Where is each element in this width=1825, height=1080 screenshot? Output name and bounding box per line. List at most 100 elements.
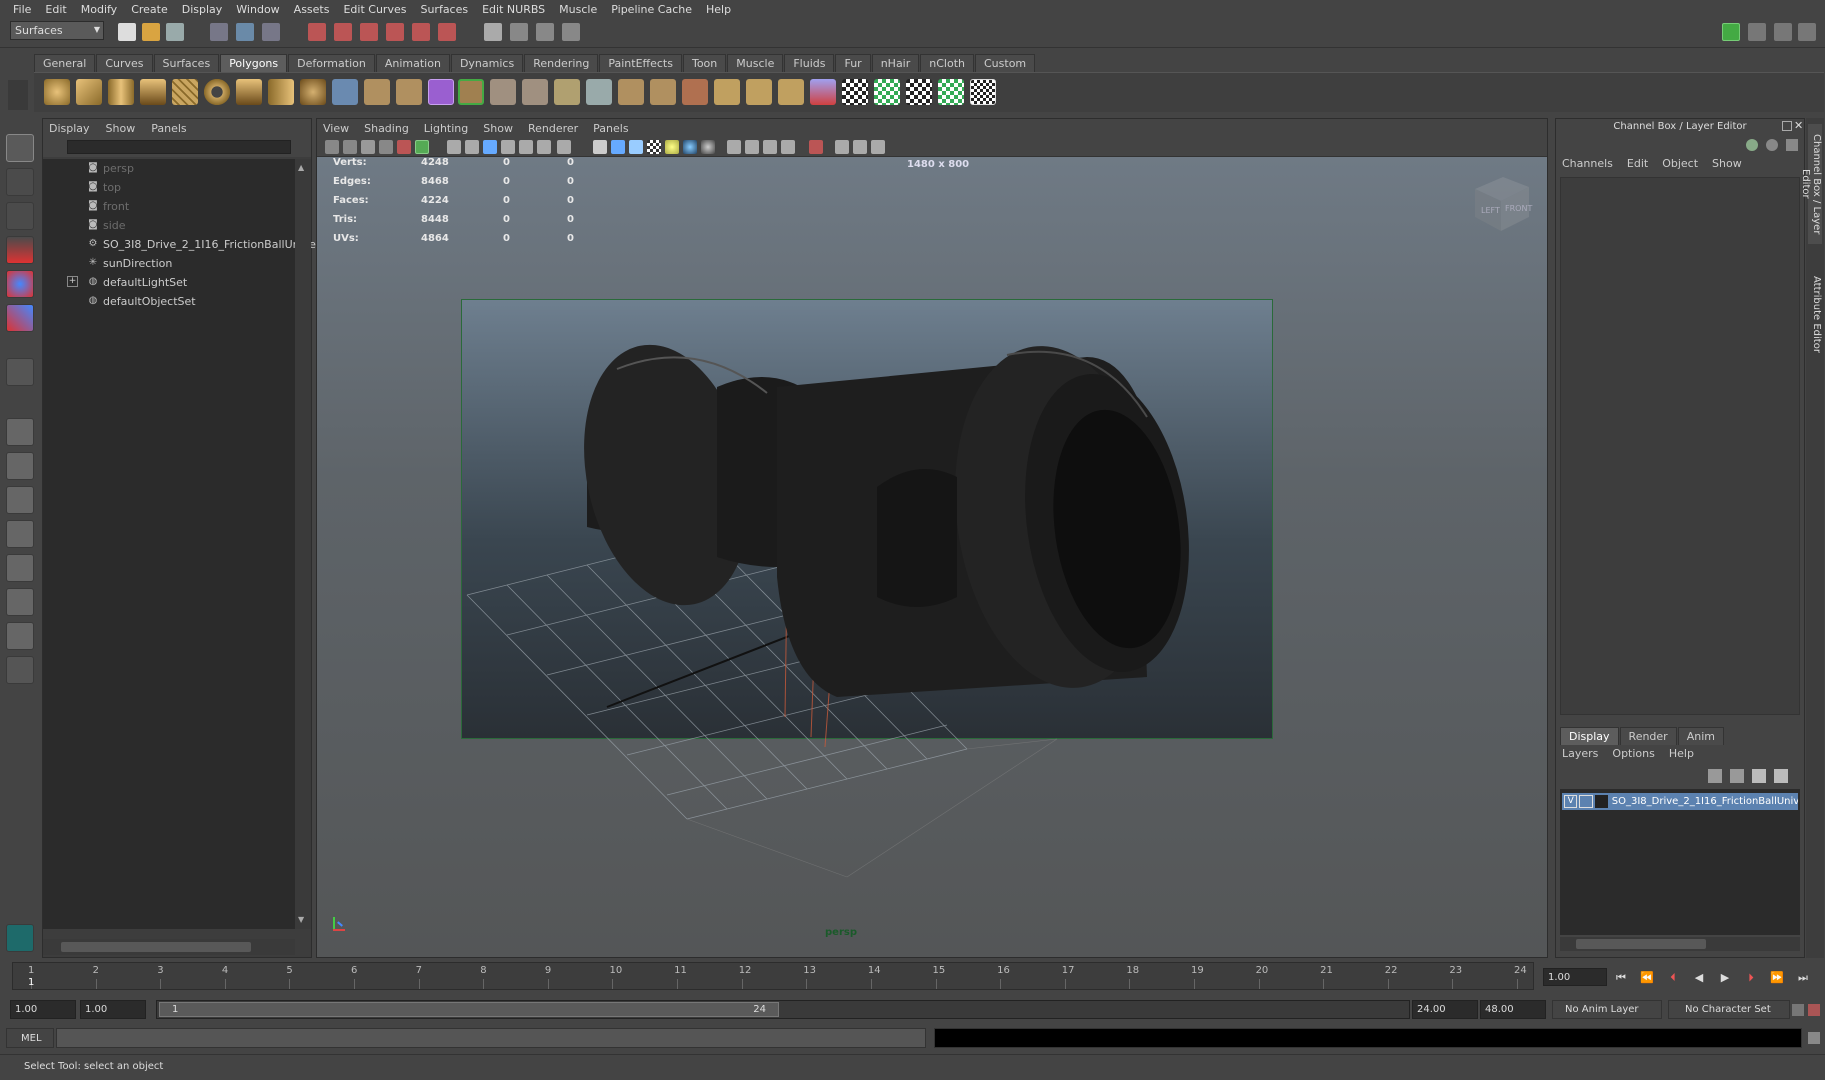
safe-title-icon[interactable] bbox=[557, 140, 571, 154]
menu-modify[interactable]: Modify bbox=[81, 3, 117, 16]
menu-edit-curves[interactable]: Edit Curves bbox=[343, 3, 406, 16]
select-tool-icon[interactable] bbox=[6, 134, 34, 162]
layer-tab-render[interactable]: Render bbox=[1619, 727, 1677, 745]
extract-icon[interactable] bbox=[396, 79, 422, 105]
script-editor-icon[interactable] bbox=[1808, 1032, 1820, 1044]
universal-joint-model[interactable] bbox=[561, 329, 1207, 701]
split-polygon-icon[interactable] bbox=[714, 79, 740, 105]
bridge-icon[interactable] bbox=[650, 79, 676, 105]
new-layer-empty-icon[interactable] bbox=[1708, 769, 1722, 783]
offset-edge-loop-icon[interactable] bbox=[778, 79, 804, 105]
layer-menu-help[interactable]: Help bbox=[1669, 747, 1694, 760]
shelf-tab-nhair[interactable]: nHair bbox=[871, 54, 920, 72]
persp-graph-layout-icon[interactable] bbox=[6, 520, 34, 548]
outliner-item-defaultobjectset[interactable]: ◍ defaultObjectSet bbox=[87, 293, 196, 309]
outliner-menu-show[interactable]: Show bbox=[106, 122, 136, 135]
animation-end-field[interactable]: 48.00 bbox=[1480, 1000, 1546, 1019]
channel-menu-edit[interactable]: Edit bbox=[1627, 157, 1648, 170]
camera-attributes-icon[interactable] bbox=[343, 140, 357, 154]
command-input[interactable] bbox=[56, 1028, 926, 1048]
outliner-item-front[interactable]: ◙ front bbox=[87, 198, 129, 214]
wireframe-icon[interactable] bbox=[593, 140, 607, 154]
poly-cube-icon[interactable] bbox=[76, 79, 102, 105]
script-language-toggle[interactable]: MEL bbox=[6, 1028, 54, 1048]
xray-joints-icon[interactable] bbox=[763, 140, 777, 154]
uv-automatic-mapping-icon[interactable] bbox=[938, 79, 964, 105]
ipr-render-icon[interactable] bbox=[562, 23, 580, 41]
paint-select-tool-icon[interactable] bbox=[6, 202, 34, 230]
menu-pipeline-cache[interactable]: Pipeline Cache bbox=[611, 3, 692, 16]
menu-assets[interactable]: Assets bbox=[294, 3, 330, 16]
grid-icon[interactable] bbox=[447, 140, 461, 154]
manipulator-icon[interactable] bbox=[1786, 139, 1798, 151]
scroll-down-icon[interactable]: ▼ bbox=[298, 915, 304, 924]
snap-point-icon[interactable] bbox=[360, 23, 378, 41]
character-set-dropdown[interactable]: No Character Set bbox=[1668, 1000, 1790, 1019]
snap-plane-icon[interactable] bbox=[386, 23, 404, 41]
step-back-frame-icon[interactable]: ⏪ bbox=[1640, 972, 1654, 984]
magnet-icon[interactable] bbox=[438, 23, 456, 41]
snap-live-icon[interactable] bbox=[412, 23, 430, 41]
go-to-end-icon[interactable]: ⏭ bbox=[1796, 972, 1810, 984]
menu-display[interactable]: Display bbox=[182, 3, 223, 16]
outliner-menu-display[interactable]: Display bbox=[49, 122, 90, 135]
menu-edit[interactable]: Edit bbox=[45, 3, 66, 16]
range-slider[interactable]: 1 24 bbox=[156, 1000, 1410, 1019]
menu-edit-nurbs[interactable]: Edit NURBS bbox=[482, 3, 545, 16]
menu-create[interactable]: Create bbox=[131, 3, 168, 16]
outliner-item-persp[interactable]: ◙ persp bbox=[87, 160, 134, 176]
float-panel-icon[interactable] bbox=[1782, 121, 1792, 131]
custom-layout-icon[interactable] bbox=[6, 656, 34, 684]
viewport-menu-panels[interactable]: Panels bbox=[593, 122, 628, 135]
outliner-horizontal-scrollbar[interactable] bbox=[43, 939, 295, 955]
xray-icon[interactable] bbox=[745, 140, 759, 154]
select-camera-icon[interactable] bbox=[325, 140, 339, 154]
step-back-key-icon[interactable]: ⏴ bbox=[1666, 972, 1680, 984]
scale-tool-icon[interactable] bbox=[6, 304, 34, 332]
viewport-canvas[interactable]: Verts: 4248 0 0 Edges: 8468 0 0 Faces: 4224 0 0 T… bbox=[317, 157, 1547, 957]
animation-start-field[interactable]: 1.00 bbox=[10, 1000, 76, 1019]
select-component-icon[interactable] bbox=[262, 23, 280, 41]
insert-edge-loop-icon[interactable] bbox=[746, 79, 772, 105]
open-scene-icon[interactable] bbox=[142, 23, 160, 41]
playback-start-field[interactable]: 1.00 bbox=[80, 1000, 146, 1019]
outliner-item-sundirection[interactable]: ✳ sunDirection bbox=[87, 255, 173, 271]
rotate-tool-icon[interactable] bbox=[6, 270, 34, 298]
outliner-item-mesh[interactable]: ⚙ SO_3I8_Drive_2_1I16_FrictionBallUnivers bbox=[87, 236, 327, 252]
shelf-tab-animation[interactable]: Animation bbox=[375, 54, 450, 72]
2d-pan-zoom-icon[interactable] bbox=[397, 140, 411, 154]
combine-icon[interactable] bbox=[332, 79, 358, 105]
go-to-start-icon[interactable]: ⏮ bbox=[1614, 972, 1628, 984]
close-icon[interactable]: ✕ bbox=[1794, 119, 1803, 132]
single-pane-layout-icon[interactable] bbox=[6, 418, 34, 446]
xray-components-icon[interactable] bbox=[781, 140, 795, 154]
shelf-tab-fluids[interactable]: Fluids bbox=[784, 54, 835, 72]
boolean-union-icon[interactable] bbox=[458, 79, 484, 105]
field-chart-icon[interactable] bbox=[519, 140, 533, 154]
shelf-tab-curves[interactable]: Curves bbox=[96, 54, 153, 72]
move-gizmo-icon[interactable] bbox=[1746, 139, 1758, 151]
textured-icon[interactable] bbox=[647, 140, 661, 154]
move-layer-up-icon[interactable] bbox=[1752, 769, 1766, 783]
use-all-lights-icon[interactable] bbox=[665, 140, 679, 154]
layer-menu-options[interactable]: Options bbox=[1612, 747, 1654, 760]
shadows-icon[interactable] bbox=[683, 140, 697, 154]
sculpt-geometry-icon[interactable] bbox=[810, 79, 836, 105]
shelf-tab-surfaces[interactable]: Surfaces bbox=[153, 54, 220, 72]
resolution-gate-icon[interactable] bbox=[483, 140, 497, 154]
layer-menu-layers[interactable]: Layers bbox=[1562, 747, 1598, 760]
new-scene-icon[interactable] bbox=[118, 23, 136, 41]
graph-editor-layout-icon[interactable] bbox=[6, 622, 34, 650]
layer-horizontal-scrollbar[interactable] bbox=[1560, 937, 1800, 951]
frame-all-icon[interactable] bbox=[835, 140, 849, 154]
persp-outliner-layout-icon[interactable] bbox=[6, 486, 34, 514]
select-object-icon[interactable] bbox=[236, 23, 254, 41]
shelf-tab-ncloth[interactable]: nCloth bbox=[920, 54, 974, 72]
boolean-intersection-icon[interactable] bbox=[522, 79, 548, 105]
play-forwards-icon[interactable]: ▶ bbox=[1718, 972, 1732, 984]
anim-layer-dropdown[interactable]: No Anim Layer bbox=[1552, 1000, 1662, 1019]
shelf-menu-icon[interactable] bbox=[8, 80, 28, 110]
channel-menu-channels[interactable]: Channels bbox=[1562, 157, 1613, 170]
save-scene-icon[interactable] bbox=[166, 23, 184, 41]
viewport-menu-show[interactable]: Show bbox=[483, 122, 513, 135]
